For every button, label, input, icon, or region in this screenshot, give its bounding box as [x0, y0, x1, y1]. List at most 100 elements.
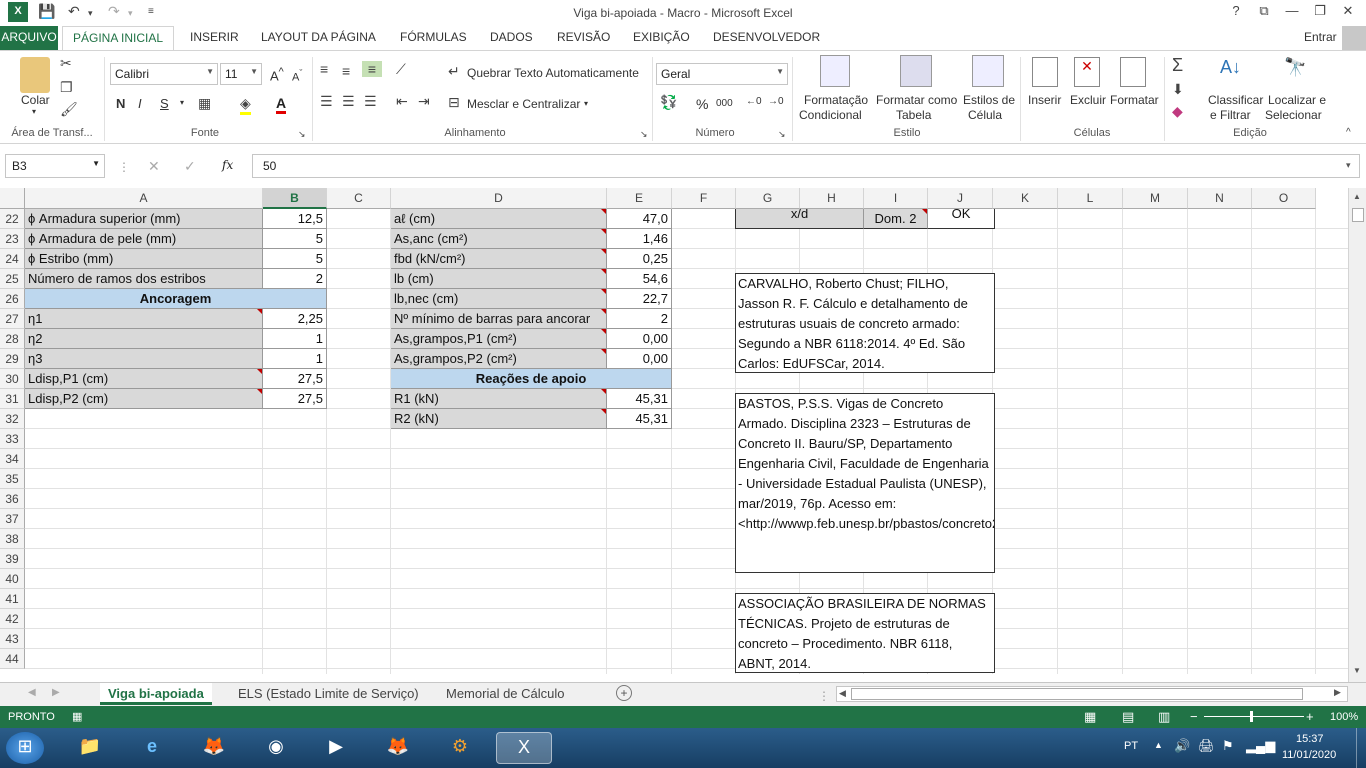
autosum-icon[interactable]: Σ: [1172, 55, 1183, 76]
row-header-43[interactable]: 43: [0, 629, 25, 649]
wrap-text-icon[interactable]: ↵: [448, 63, 460, 80]
font-color-icon[interactable]: A: [276, 95, 287, 114]
column-header-c[interactable]: C: [327, 188, 391, 209]
reference-abnt[interactable]: ASSOCIAÇÃO BRASILEIRA DE NORMAS TÉCNICAS…: [735, 593, 995, 673]
domain-cell[interactable]: Dom. 2: [864, 209, 928, 229]
minimize-button[interactable]: —: [1278, 3, 1306, 18]
align-middle-icon[interactable]: ≡: [342, 63, 350, 79]
value-cell[interactable]: 1: [263, 329, 327, 349]
sort-filter-button[interactable]: Classificar: [1208, 93, 1263, 107]
orientation-icon[interactable]: ⟋: [396, 61, 406, 78]
flag-icon[interactable]: ⚑: [1222, 738, 1234, 754]
avatar[interactable]: [1342, 26, 1366, 50]
section-header[interactable]: Ancoragem: [25, 289, 327, 309]
tab-revisao[interactable]: REVISÃO: [557, 30, 610, 44]
row-header-29[interactable]: 29: [0, 349, 25, 369]
scroll-thumb[interactable]: [1352, 208, 1364, 222]
fill-icon[interactable]: ⬇: [1172, 81, 1184, 98]
merge-center-button[interactable]: Mesclar e Centralizar: [467, 97, 580, 111]
tab-layout[interactable]: LAYOUT DA PÁGINA: [261, 30, 376, 44]
label-cell[interactable]: As,anc (cm²): [391, 229, 607, 249]
conditional-format-icon[interactable]: [820, 55, 850, 87]
value-cell[interactable]: 2: [263, 269, 327, 289]
enter-icon[interactable]: ✓: [184, 158, 196, 175]
zoom-out-icon[interactable]: −: [1190, 709, 1198, 724]
value-cell[interactable]: 45,31: [607, 389, 672, 409]
value-cell[interactable]: 2,25: [263, 309, 327, 329]
column-header-n[interactable]: N: [1188, 188, 1252, 209]
currency-icon[interactable]: 💱: [660, 94, 677, 111]
column-header-j[interactable]: J: [928, 188, 993, 209]
decrease-decimal-icon[interactable]: →0: [768, 96, 784, 107]
row-header-37[interactable]: 37: [0, 509, 25, 529]
prev-sheet-icon[interactable]: ◀: [28, 687, 36, 698]
tab-pagina-inicial[interactable]: PÁGINA INICIAL: [62, 26, 174, 51]
value-cell[interactable]: 2: [607, 309, 672, 329]
scroll-up-icon[interactable]: ▲: [1353, 192, 1361, 201]
column-header-i[interactable]: I: [864, 188, 928, 209]
zoom-slider[interactable]: [1204, 716, 1304, 717]
format-table-icon[interactable]: [900, 55, 932, 87]
select-all-corner[interactable]: [0, 188, 25, 209]
label-cell[interactable]: R2 (kN): [391, 409, 607, 429]
align-left-icon[interactable]: ☰: [320, 93, 333, 110]
bold-button[interactable]: N: [116, 96, 125, 111]
align-right-icon[interactable]: ☰: [364, 93, 377, 110]
value-cell[interactable]: 0,00: [607, 329, 672, 349]
align-center-icon[interactable]: ☰: [342, 93, 355, 110]
cell-styles-button[interactable]: Estilos de: [963, 93, 1015, 107]
column-header-o[interactable]: O: [1252, 188, 1316, 209]
row-header-41[interactable]: 41: [0, 589, 25, 609]
column-header-d[interactable]: D: [391, 188, 607, 209]
label-cell[interactable]: Ldisp,P2 (cm): [25, 389, 263, 409]
row-header-33[interactable]: 33: [0, 429, 25, 449]
tab-formulas[interactable]: FÓRMULAS: [400, 30, 467, 44]
row-header-34[interactable]: 34: [0, 449, 25, 469]
format-table-button[interactable]: Formatar como: [876, 93, 957, 107]
page-break-view-icon[interactable]: ▥: [1158, 709, 1170, 725]
label-cell[interactable]: lb,nec (cm): [391, 289, 607, 309]
row-header-24[interactable]: 24: [0, 249, 25, 269]
network-icon[interactable]: ▂▄▆: [1246, 738, 1275, 754]
fill-color-icon[interactable]: ◈: [240, 95, 251, 115]
row-header-31[interactable]: 31: [0, 389, 25, 409]
format-cells-icon[interactable]: [1120, 57, 1146, 87]
row-header-28[interactable]: 28: [0, 329, 25, 349]
row-header-35[interactable]: 35: [0, 469, 25, 489]
align-bottom-icon[interactable]: ≡: [362, 61, 382, 77]
increase-font-icon[interactable]: A^: [270, 66, 284, 83]
formula-input[interactable]: 50: [252, 154, 1360, 178]
label-cell[interactable]: Ldisp,P1 (cm): [25, 369, 263, 389]
underline-button[interactable]: S: [160, 96, 169, 111]
sheet-tab-memorial[interactable]: Memorial de Cálculo: [438, 683, 573, 705]
column-header-b[interactable]: B: [263, 188, 327, 209]
maximize-button[interactable]: ❐: [1306, 3, 1334, 19]
column-header-e[interactable]: E: [607, 188, 672, 209]
row-header-44[interactable]: 44: [0, 649, 25, 669]
value-cell[interactable]: 47,0: [607, 209, 672, 229]
value-cell[interactable]: 22,7: [607, 289, 672, 309]
tab-exibicao[interactable]: EXIBIÇÃO: [633, 30, 690, 44]
row-header-42[interactable]: 42: [0, 609, 25, 629]
increase-decimal-icon[interactable]: ←0: [746, 96, 762, 107]
vertical-scrollbar[interactable]: ▲ ▼: [1348, 188, 1366, 682]
decrease-indent-icon[interactable]: ⇤: [396, 93, 408, 110]
collapse-ribbon-icon[interactable]: ^: [1346, 127, 1351, 138]
label-cell[interactable]: ϕ Armadura de pele (mm): [25, 229, 263, 249]
cancel-icon[interactable]: ✕: [148, 158, 160, 175]
delete-cells-icon[interactable]: ✕: [1074, 57, 1100, 87]
value-cell[interactable]: 12,5: [263, 209, 327, 229]
scroll-left-icon[interactable]: ◀: [839, 688, 846, 699]
clock-date[interactable]: 11/01/2020: [1282, 749, 1336, 761]
format-cells-button[interactable]: Formatar: [1110, 93, 1159, 107]
volume-icon[interactable]: 🔊: [1174, 738, 1190, 754]
sheet-tab-viga[interactable]: Viga bi-apoiada: [100, 683, 212, 705]
label-cell[interactable]: η1: [25, 309, 263, 329]
worksheet-grid[interactable]: ABCDEFGHIJKLMNO 22 23 24 25 26 27 28 29 30 31 32 33…: [0, 188, 1348, 674]
zoom-in-icon[interactable]: +: [1306, 709, 1314, 724]
column-header-k[interactable]: K: [993, 188, 1058, 209]
scroll-down-icon[interactable]: ▼: [1353, 666, 1361, 675]
row-header-32[interactable]: 32: [0, 409, 25, 429]
row-header-25[interactable]: 25: [0, 269, 25, 289]
zoom-slider-thumb[interactable]: [1250, 711, 1253, 722]
